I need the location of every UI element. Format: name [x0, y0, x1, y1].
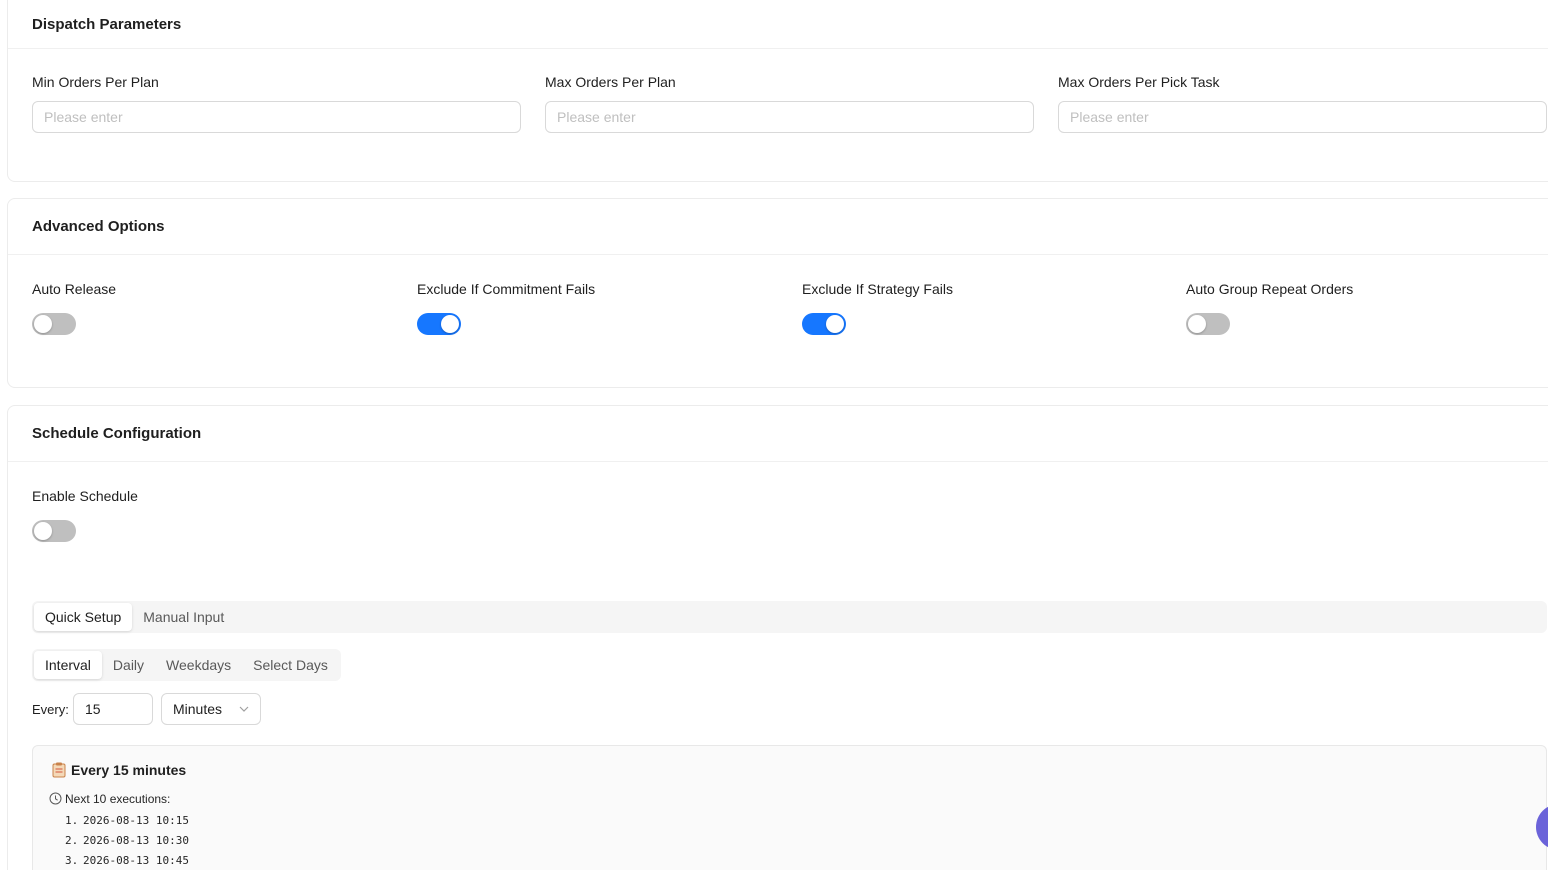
mode-segmented: Quick Setup Manual Input: [32, 601, 1547, 633]
execution-item: 2. 2026-08-13 10:30: [65, 834, 189, 847]
exclude-commitment-switch[interactable]: [417, 313, 461, 335]
frequency-segmented: Interval Daily Weekdays Select Days: [32, 649, 341, 681]
switch-knob: [34, 315, 52, 333]
dispatch-parameters-card: Dispatch Parameters: [7, 0, 1548, 182]
tab-manual-input[interactable]: Manual Input: [132, 603, 235, 631]
min-orders-input[interactable]: [32, 101, 521, 133]
interval-unit-select[interactable]: Minutes: [161, 693, 261, 725]
interval-value-input[interactable]: [73, 693, 153, 725]
advanced-title: Advanced Options: [32, 218, 165, 235]
switch-knob: [826, 315, 844, 333]
chevron-down-icon: [239, 706, 249, 712]
auto-release-switch[interactable]: [32, 313, 76, 335]
min-orders-label: Min Orders Per Plan: [32, 74, 159, 90]
max-orders-input[interactable]: [545, 101, 1034, 133]
exclude-strategy-switch[interactable]: [802, 313, 846, 335]
clipboard-icon: [52, 762, 66, 778]
tab-interval[interactable]: Interval: [34, 651, 102, 679]
advanced-header: Advanced Options: [8, 199, 1548, 255]
auto-group-switch[interactable]: [1186, 313, 1230, 335]
switch-knob: [441, 315, 459, 333]
schedule-title: Schedule Configuration: [32, 425, 202, 442]
clock-icon: [49, 792, 62, 805]
max-orders-label: Max Orders Per Plan: [545, 74, 676, 90]
every-label: Every:: [32, 702, 69, 717]
tab-quick-setup[interactable]: Quick Setup: [34, 603, 133, 631]
auto-release-label: Auto Release: [32, 281, 117, 297]
switch-knob: [34, 522, 52, 540]
schedule-summary: Every 15 minutes Next 10 executions: 1. 2…: [32, 745, 1547, 870]
schedule-header: Schedule Configuration: [8, 406, 1548, 462]
max-pick-task-label: Max Orders Per Pick Task: [1058, 74, 1220, 90]
tab-weekdays[interactable]: Weekdays: [155, 651, 242, 679]
unit-select-value: Minutes: [173, 701, 223, 717]
dispatch-header: Dispatch Parameters: [8, 0, 1548, 49]
execution-item: 3. 2026-08-13 10:45: [65, 854, 189, 867]
next-executions-label: Next 10 executions:: [65, 792, 171, 806]
tab-select-days[interactable]: Select Days: [242, 651, 339, 679]
enable-schedule-label: Enable Schedule: [32, 488, 138, 504]
execution-item: 1. 2026-08-13 10:15: [65, 814, 189, 827]
enable-schedule-switch[interactable]: [32, 520, 76, 542]
max-pick-task-input[interactable]: [1058, 101, 1547, 133]
exclude-strategy-label: Exclude If Strategy Fails: [802, 281, 953, 297]
dispatch-title: Dispatch Parameters: [32, 16, 182, 33]
summary-title: Every 15 minutes: [71, 762, 187, 778]
auto-group-label: Auto Group Repeat Orders: [1186, 281, 1354, 297]
switch-knob: [1188, 315, 1206, 333]
tab-daily[interactable]: Daily: [102, 651, 155, 679]
exclude-commitment-label: Exclude If Commitment Fails: [417, 281, 596, 297]
